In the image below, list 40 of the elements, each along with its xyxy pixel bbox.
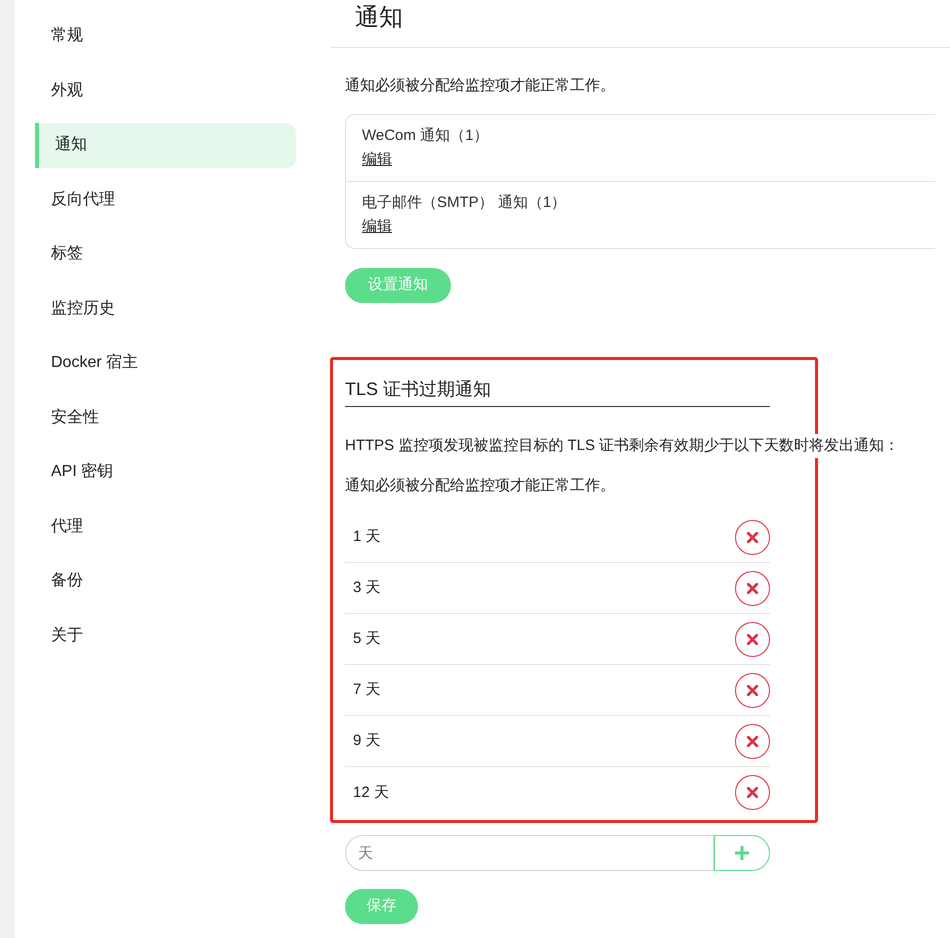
info-text: 通知必须被分配给监控项才能正常工作。 [345,76,615,96]
sidebar-item[interactable]: 备份 [35,558,296,604]
sidebar-item[interactable]: 安全性 [35,395,296,440]
close-icon [747,532,758,542]
day-label: 1 天 [353,527,381,547]
section-heading: TLS 证书过期通知 [345,375,770,407]
sidebar-item[interactable]: 代理 [35,504,296,549]
close-icon [747,684,758,696]
delete-button[interactable] [735,672,770,708]
sidebar-item[interactable]: 常规 [35,14,296,58]
sidebar-item[interactable]: 关于 [35,613,296,658]
close-icon [747,736,758,746]
sidebar-item[interactable]: 外观 [35,68,296,113]
close-icon [747,787,758,798]
sidebar-item[interactable]: API 密钥 [35,450,296,494]
edit-link[interactable]: 编辑 [362,148,392,172]
sidebar-item[interactable]: 通知 [35,122,296,168]
delete-button[interactable] [735,520,770,554]
sidebar-item[interactable]: Docker 宿主 [35,340,296,386]
delete-button[interactable] [735,775,770,810]
day-label: 9 天 [353,731,381,751]
day-label: 12 天 [353,782,389,802]
day-label: 3 天 [353,578,381,598]
day-label: 7 天 [353,680,381,700]
edit-link[interactable]: 编辑 [362,215,392,239]
sidebar-item[interactable]: 标签 [35,232,296,276]
days-input[interactable]: 天 [345,835,714,871]
notification-name: 电子邮件（SMTP） 通知（1） [362,193,566,213]
close-icon [747,582,758,594]
page-title: 通知 [355,3,403,33]
delete-button[interactable] [735,724,770,758]
sidebar-item[interactable]: 反向代理 [35,177,296,222]
close-icon [747,634,758,644]
delete-button[interactable] [735,570,770,606]
info-text: 通知必须被分配给监控项才能正常工作。 [345,476,615,496]
plus-icon [735,846,749,860]
delete-button[interactable] [735,622,770,656]
notification-name: WeCom 通知（1） [362,126,488,146]
day-label: 5 天 [353,629,381,649]
sidebar-item[interactable]: 监控历史 [35,286,296,331]
